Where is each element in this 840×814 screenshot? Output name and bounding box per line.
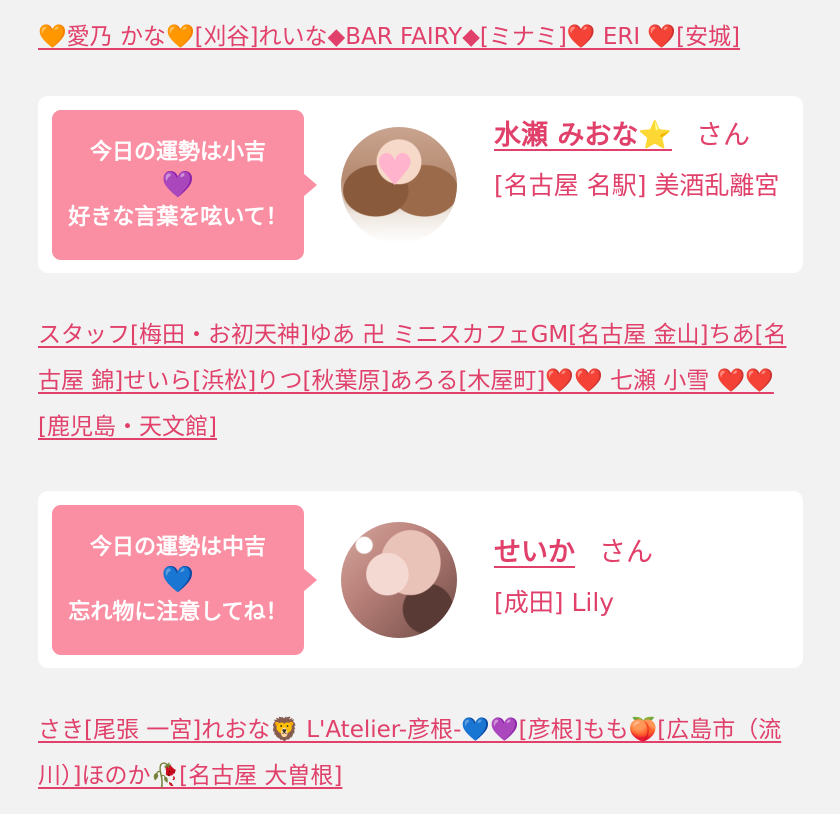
fortune-speech-bubble: 今日の運勢は小吉 💜 好きな言葉を呟いて！	[52, 110, 317, 260]
cast-info: 水瀬 みおな⭐ さん [名古屋 名駅] 美酒乱離宮	[494, 116, 789, 206]
cast-link-list-middle: スタッフ[梅田・お初天神]ゆあ 卍 ミニスカフェGM[名古屋 金山]ちあ[名古屋…	[38, 312, 804, 450]
cast-link[interactable]: ❤️ ERI ❤️[安城]	[567, 24, 740, 50]
cast-link[interactable]: れおな🦁 L'Atelier-彦根-💙💜[彦根]	[201, 717, 582, 743]
fortune-card: 今日の運勢は小吉 💜 好きな言葉を呟いて！ ♥ 水瀬 みおな⭐ さん [名古屋 名…	[38, 96, 803, 273]
purple-heart-icon: 💜	[161, 170, 195, 200]
cast-link-list-bottom: さき[尾張 一宮]れおな🦁 L'Atelier-彦根-💙💜[彦根]もも🍑[広島市…	[38, 707, 804, 799]
fortune-text: 今日の運勢は小吉	[89, 140, 266, 165]
shop-label: [成田] Lily	[494, 588, 615, 617]
blue-heart-icon: 💙	[161, 565, 195, 595]
cast-name-row: 水瀬 みおな⭐ さん	[494, 116, 789, 156]
cast-name-link[interactable]: せいか	[494, 537, 575, 568]
cast-link[interactable]: 🧡愛乃 かな🧡[刈谷]	[38, 24, 259, 50]
heart-sticker-icon: ♥	[375, 145, 415, 196]
fortune-advice: 忘れ物に注意してね！	[68, 600, 288, 625]
shop-label: [名古屋 名駅] 美酒乱離宮	[494, 171, 780, 200]
cast-link[interactable]: れいな◆BAR FAIRY◆[ミナミ]	[259, 24, 567, 50]
cast-link[interactable]: あろる[木屋町]	[389, 368, 545, 394]
avatar[interactable]: ♥	[341, 127, 457, 243]
fortune-text: 今日の運勢は中吉	[89, 535, 266, 560]
cast-link-list-top: 🧡愛乃 かな🧡[刈谷]れいな◆BAR FAIRY◆[ミナミ]❤️ ERI ❤️[…	[38, 14, 804, 60]
honorific: さん	[599, 537, 653, 568]
honorific: さん	[696, 120, 751, 151]
cast-link[interactable]: ゆあ 卍 ミニスカフェGM[名古屋 金山]	[309, 322, 709, 348]
cast-info: せいか さん [成田] Lily	[494, 533, 789, 623]
cast-name-link[interactable]: 水瀬 みおな⭐	[494, 120, 672, 151]
cast-link[interactable]: スタッフ[梅田・お初天神]	[38, 322, 309, 348]
cast-link[interactable]: りつ[秋葉原]	[256, 368, 389, 394]
cast-name-row: せいか さん	[494, 533, 789, 573]
fortune-speech-bubble: 今日の運勢は中吉 💙 忘れ物に注意してね！	[52, 505, 317, 655]
cast-link[interactable]: さき[尾張 一宮]	[38, 717, 201, 743]
cast-link[interactable]: せいら[浜松]	[123, 368, 256, 394]
page: 🧡愛乃 かな🧡[刈谷]れいな◆BAR FAIRY◆[ミナミ]❤️ ERI ❤️[…	[0, 0, 840, 814]
cast-link[interactable]: ほのか🥀[名古屋 大曽根]	[81, 763, 342, 789]
avatar[interactable]	[341, 522, 457, 638]
fortune-advice: 好きな言葉を呟いて！	[68, 205, 288, 230]
fortune-card: 今日の運勢は中吉 💙 忘れ物に注意してね！ せいか さん [成田] Lily	[38, 491, 803, 668]
